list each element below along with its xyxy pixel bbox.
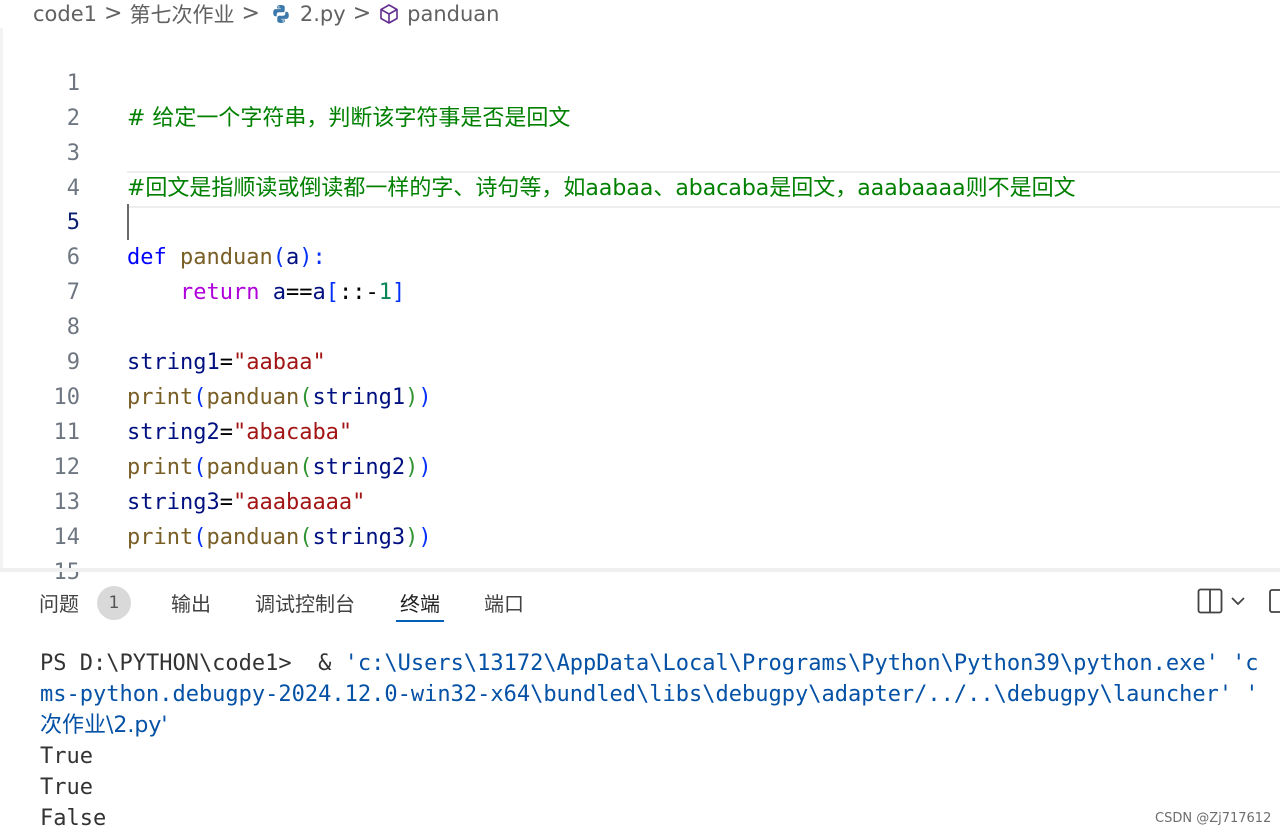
python-file-icon <box>273 5 289 23</box>
tab-problems[interactable]: 问题 <box>39 592 79 616</box>
terminal-line: 次作业\2.py' <box>40 710 167 741</box>
terminal-command: 'c:\Users\13172\AppData\Local\Programs\P… <box>344 651 1259 676</box>
terminal-line: PS D:\PYTHON\code1> & 'c:\Users\13172\Ap… <box>40 648 1259 679</box>
code-line[interactable]: 13 print(panduan(string3)) <box>0 450 1280 550</box>
code-line[interactable]: 9 print(panduan(string1)) <box>0 310 1280 410</box>
code-line[interactable]: 8 string1="aabaa" <box>0 275 1280 375</box>
terminal-output-line: True <box>40 744 93 769</box>
tab-debug-console[interactable]: 调试控制台 <box>255 592 355 616</box>
code-line[interactable]: 3 #回文是指顺读或倒读都一样的字、诗句等，如aabaa、abacaba是回文，… <box>0 101 1280 201</box>
watermark: CSDN @Zj717612 <box>1155 811 1272 826</box>
terminal-output-line: True <box>40 775 93 800</box>
code-editor[interactable]: 1 # 给定一个字符串，判断该字符事是否是回文 2 3 #回文是指顺读或倒读都一… <box>0 28 1280 585</box>
tab-ports[interactable]: 端口 <box>484 592 524 616</box>
tab-output[interactable]: 输出 <box>171 592 211 616</box>
terminal-prompt: PS D:\PYTHON\code1> & <box>40 651 345 676</box>
breadcrumb-separator: > <box>104 1 123 26</box>
symbol-method-icon <box>380 4 398 24</box>
code-line[interactable]: 15 <box>0 520 1280 585</box>
terminal-command: 次作业\2.py' <box>40 713 168 738</box>
breadcrumb-separator: > <box>241 1 260 26</box>
tab-terminal[interactable]: 终端 <box>400 592 440 616</box>
breadcrumb-item-symbol[interactable]: panduan <box>407 2 499 26</box>
breadcrumb-separator: > <box>352 1 372 26</box>
code-line-active[interactable]: 5 def panduan(a): <box>0 170 1280 270</box>
code-line[interactable]: 12 string3="aaabaaaa" <box>0 415 1280 515</box>
code-line[interactable]: 14 <box>0 485 1280 550</box>
code-line[interactable]: 2 <box>0 66 1280 131</box>
breadcrumb-item-folder[interactable]: code1 <box>33 2 97 26</box>
breadcrumb-item-file[interactable]: 2.py <box>300 2 346 26</box>
breadcrumb-item-subfolder[interactable]: 第七次作业 <box>129 0 234 29</box>
terminal-line: ms-python.debugpy-2024.12.0-win32-x64\bu… <box>40 679 1259 710</box>
split-terminal-icon[interactable] <box>1197 588 1223 614</box>
code-line[interactable]: 11 print(panduan(string2)) <box>0 380 1280 480</box>
terminal-output-line: False <box>40 806 107 831</box>
active-tab-indicator <box>396 620 444 622</box>
trash-icon[interactable] <box>1268 588 1280 614</box>
chevron-down-icon[interactable] <box>1230 594 1246 608</box>
problems-count-badge: 1 <box>97 586 131 620</box>
code-line[interactable]: 1 # 给定一个字符串，判断该字符事是否是回文 <box>0 31 1280 131</box>
code-line[interactable]: 4 <box>0 136 1280 201</box>
breadcrumb: code1 > 第七次作业 > 2.py > panduan <box>0 0 1280 28</box>
code-line[interactable]: 6 return a==a[::-1] <box>0 205 1280 305</box>
code-line[interactable]: 7 <box>0 240 1280 305</box>
terminal-output[interactable]: PS D:\PYTHON\code1> & 'c:\Users\13172\Ap… <box>0 648 1280 838</box>
code-line[interactable]: 10 string2="abacaba" <box>0 345 1280 445</box>
panel-tab-bar: 问题 输出 调试控制台 终端 端口 <box>0 572 1280 628</box>
terminal-command: ms-python.debugpy-2024.12.0-win32-x64\bu… <box>40 682 1259 707</box>
